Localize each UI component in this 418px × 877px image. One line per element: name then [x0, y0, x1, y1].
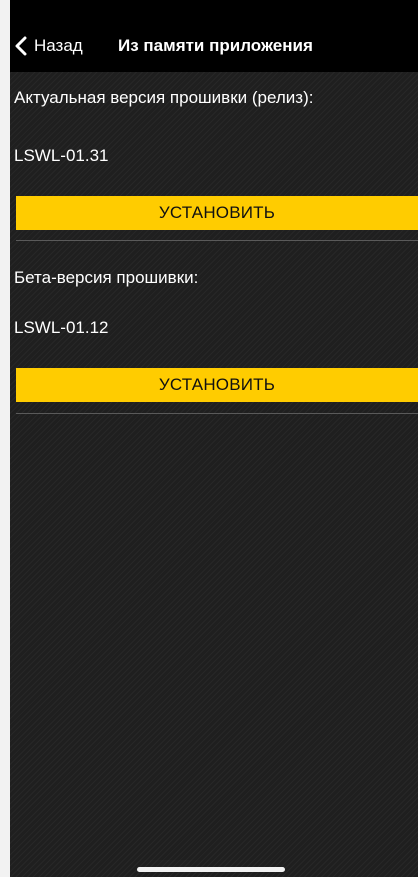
- navigation-bar: Назад Из памяти приложения: [10, 0, 418, 72]
- release-heading: Актуальная версия прошивки (релиз):: [14, 88, 314, 107]
- install-release-button[interactable]: УСТАНОВИТЬ: [16, 196, 418, 230]
- release-version: LSWL-01.31: [14, 146, 109, 165]
- install-beta-button[interactable]: УСТАНОВИТЬ: [16, 368, 418, 402]
- chevron-left-icon: [14, 36, 28, 56]
- home-indicator[interactable]: [137, 867, 285, 872]
- divider: [16, 240, 418, 241]
- page-title: Из памяти приложения: [118, 36, 313, 55]
- beta-version: LSWL-01.12: [14, 318, 109, 337]
- beta-heading: Бета-версия прошивки:: [14, 268, 199, 287]
- divider: [16, 413, 418, 414]
- firmware-screen: Назад Из памяти приложения Актуальная ве…: [10, 0, 418, 877]
- back-button[interactable]: Назад: [14, 28, 83, 64]
- back-label: Назад: [34, 36, 83, 55]
